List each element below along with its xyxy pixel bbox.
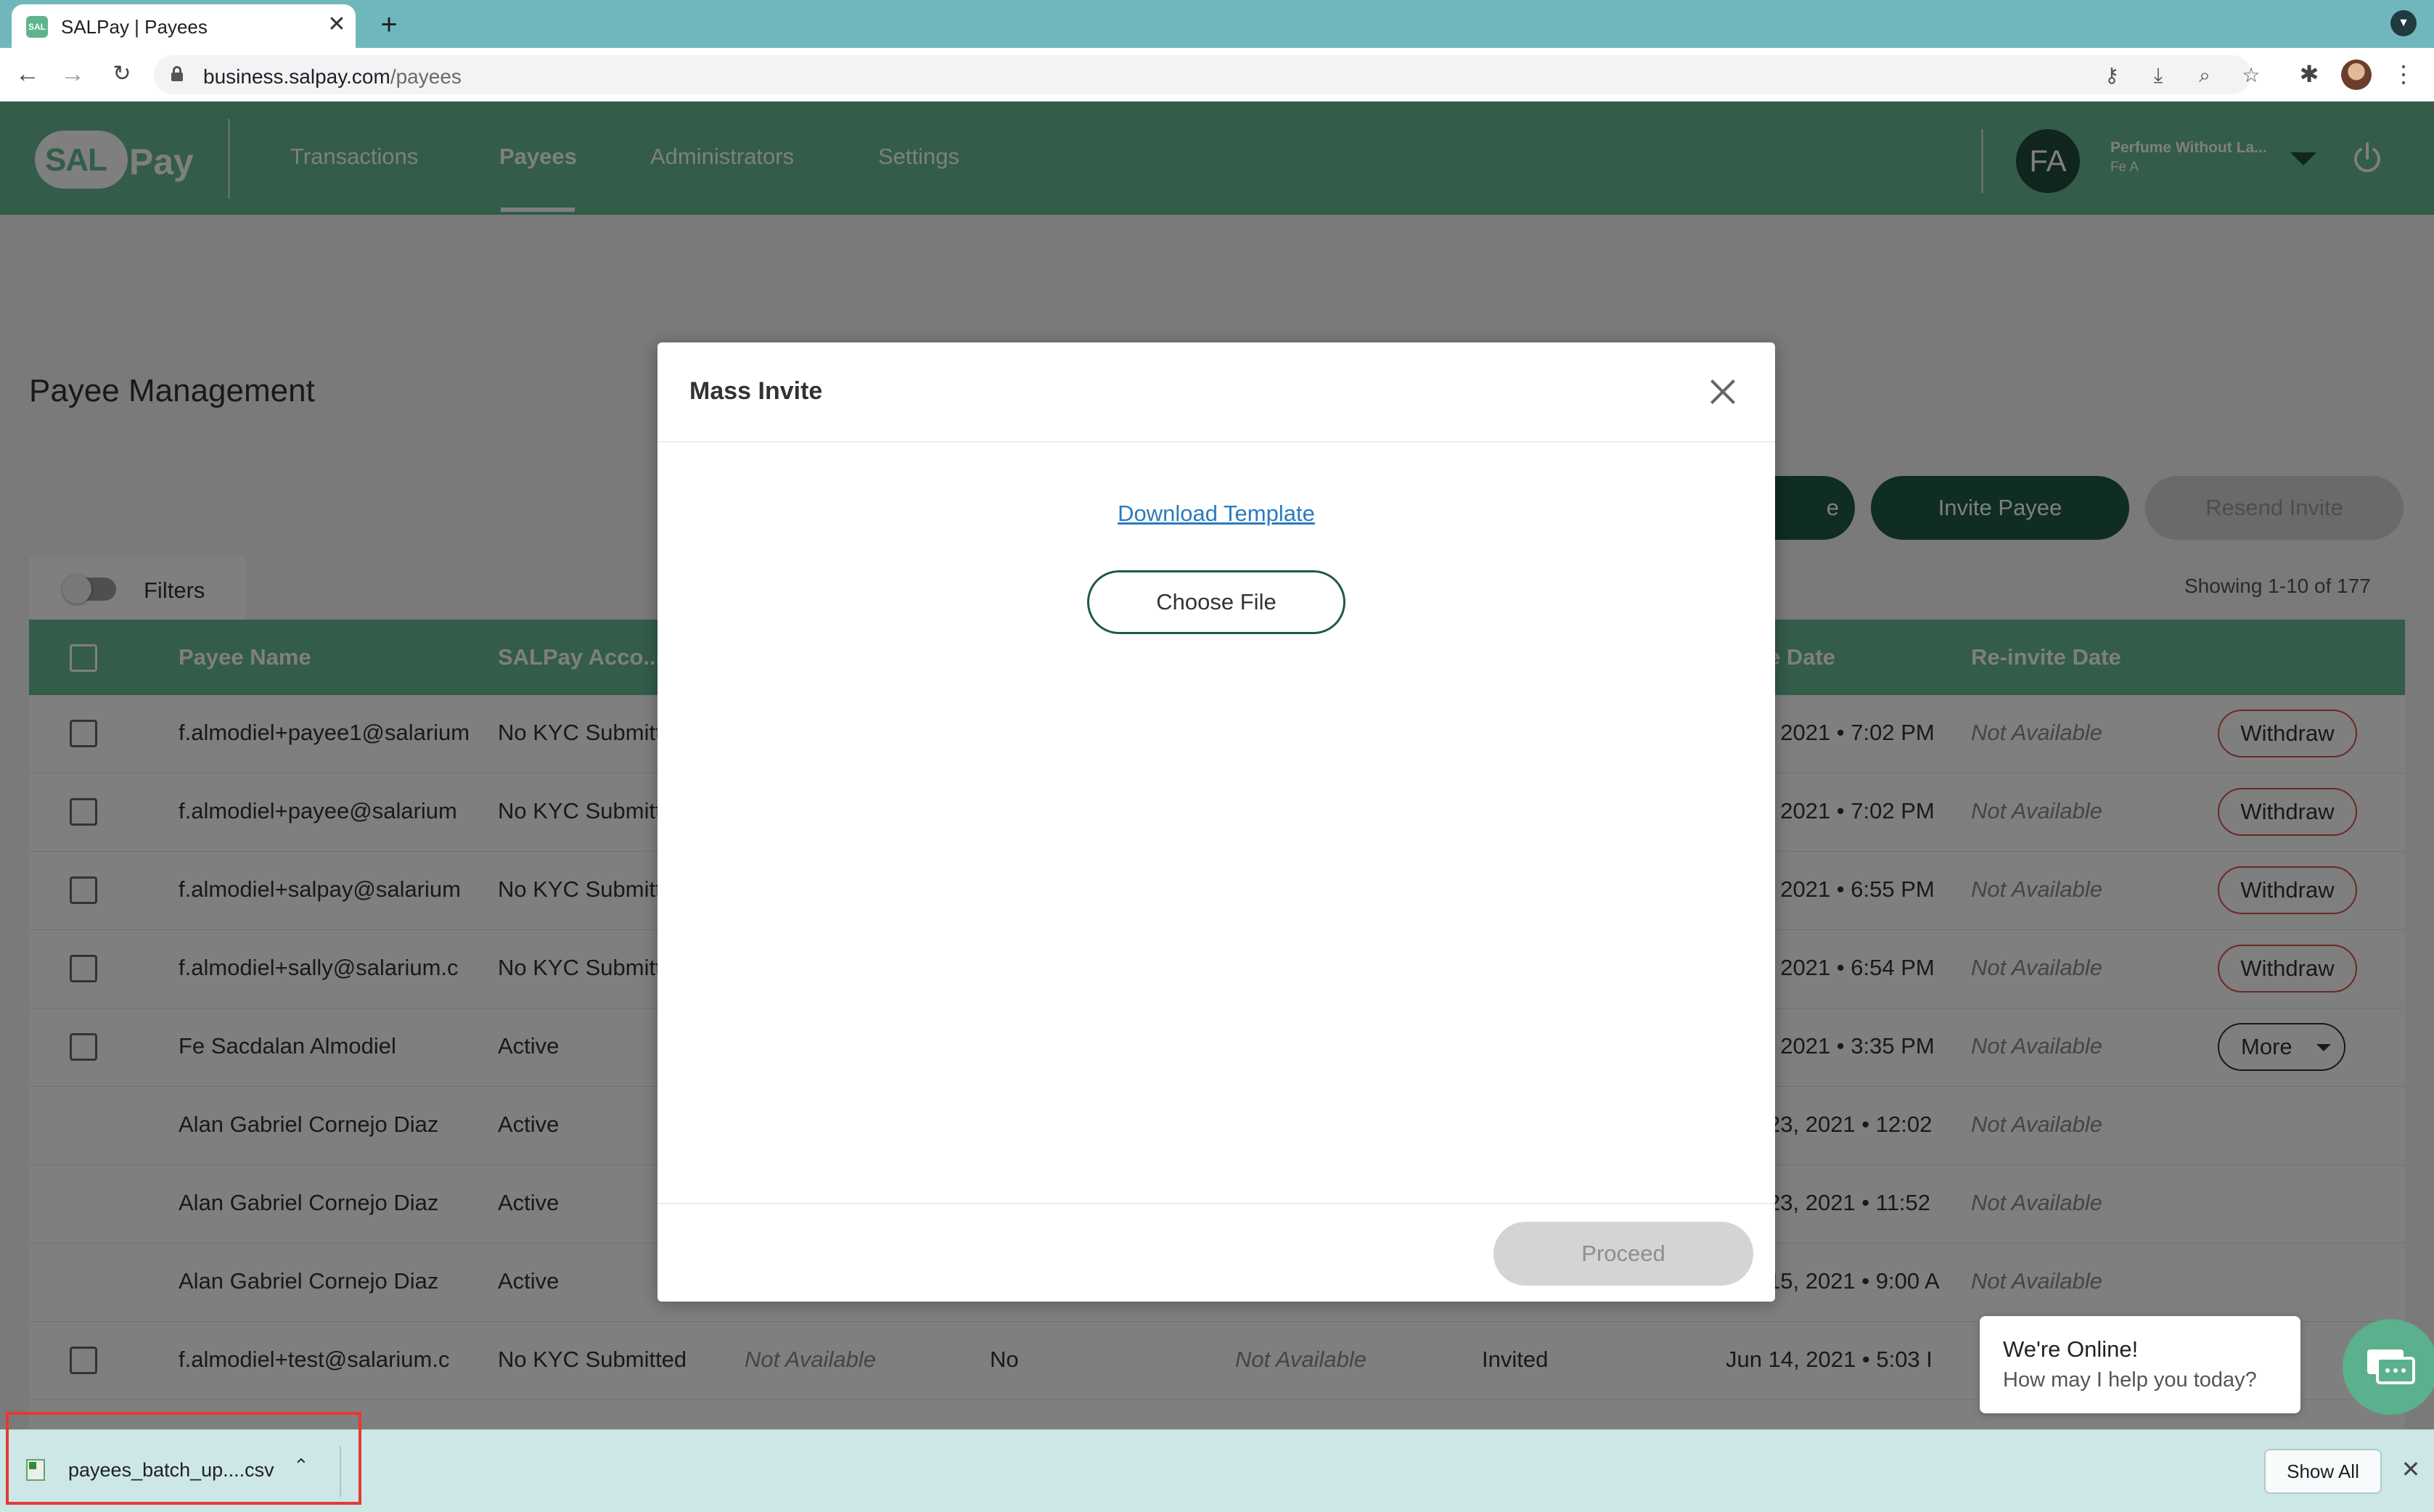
download-template-link[interactable]: Download Template [657, 501, 1775, 527]
chat-title: We're Online! [2003, 1336, 2139, 1362]
download-shelf: payees_batch_up....csv ⌃ Show All ✕ [0, 1429, 2434, 1512]
close-icon[interactable] [1702, 371, 1743, 412]
reload-icon[interactable]: ↻ [106, 58, 138, 90]
modal-header-divider [657, 441, 1775, 443]
forward-arrow-icon[interactable]: → [57, 58, 89, 90]
choose-file-button[interactable]: Choose File [1087, 570, 1345, 634]
modal-title: Mass Invite [689, 377, 823, 405]
browser-tab[interactable]: SAL SALPay | Payees ✕ [12, 4, 356, 48]
new-tab-button[interactable]: + [372, 7, 406, 42]
browser-menu-icon[interactable]: ⋮ [2388, 58, 2419, 90]
tab-title: SALPay | Payees [61, 16, 208, 38]
install-app-icon[interactable]: ⤓ [2144, 61, 2173, 90]
url-path: /payees [390, 65, 462, 88]
browser-toolbar: ← → ↻ business.salpay.com/payees ⚷ ⤓ ⌕ ☆… [0, 48, 2434, 102]
address-bar[interactable]: business.salpay.com/payees ⚷ ⤓ ⌕ ☆ [154, 55, 2261, 94]
extensions-puzzle-icon[interactable]: ✱ [2293, 58, 2325, 90]
tab-close-icon[interactable]: ✕ [324, 12, 350, 38]
key-icon[interactable]: ⚷ [2097, 61, 2126, 90]
proceed-button[interactable]: Proceed [1493, 1222, 1753, 1286]
browser-profile-avatar[interactable] [2341, 59, 2372, 90]
show-all-button[interactable]: Show All [2264, 1449, 2382, 1494]
chat-icon [2367, 1349, 2415, 1384]
lock-icon[interactable] [171, 66, 183, 81]
browser-tab-bar: SAL SALPay | Payees ✕ + ▼ [0, 0, 2434, 48]
modal-footer-divider [657, 1203, 1775, 1204]
chat-launcher-button[interactable] [2343, 1319, 2434, 1415]
mass-invite-modal: Mass Invite Download Template Choose Fil… [657, 342, 1775, 1302]
close-download-bar-icon[interactable]: ✕ [2395, 1453, 2427, 1485]
chat-greeting-bubble[interactable]: We're Online! How may I help you today? [1980, 1316, 2300, 1413]
zoom-icon[interactable]: ⌕ [2190, 61, 2219, 90]
url-text: business.salpay.com/payees [203, 65, 462, 89]
download-highlight-box [6, 1412, 361, 1505]
back-arrow-icon[interactable]: ← [12, 58, 44, 90]
chat-subtitle: How may I help you today? [2003, 1368, 2257, 1392]
tab-search-icon[interactable]: ▼ [2390, 10, 2417, 36]
bookmark-star-icon[interactable]: ☆ [2237, 61, 2266, 90]
salpay-favicon-icon: SAL [26, 16, 48, 38]
url-host: business.salpay.com [203, 65, 390, 88]
